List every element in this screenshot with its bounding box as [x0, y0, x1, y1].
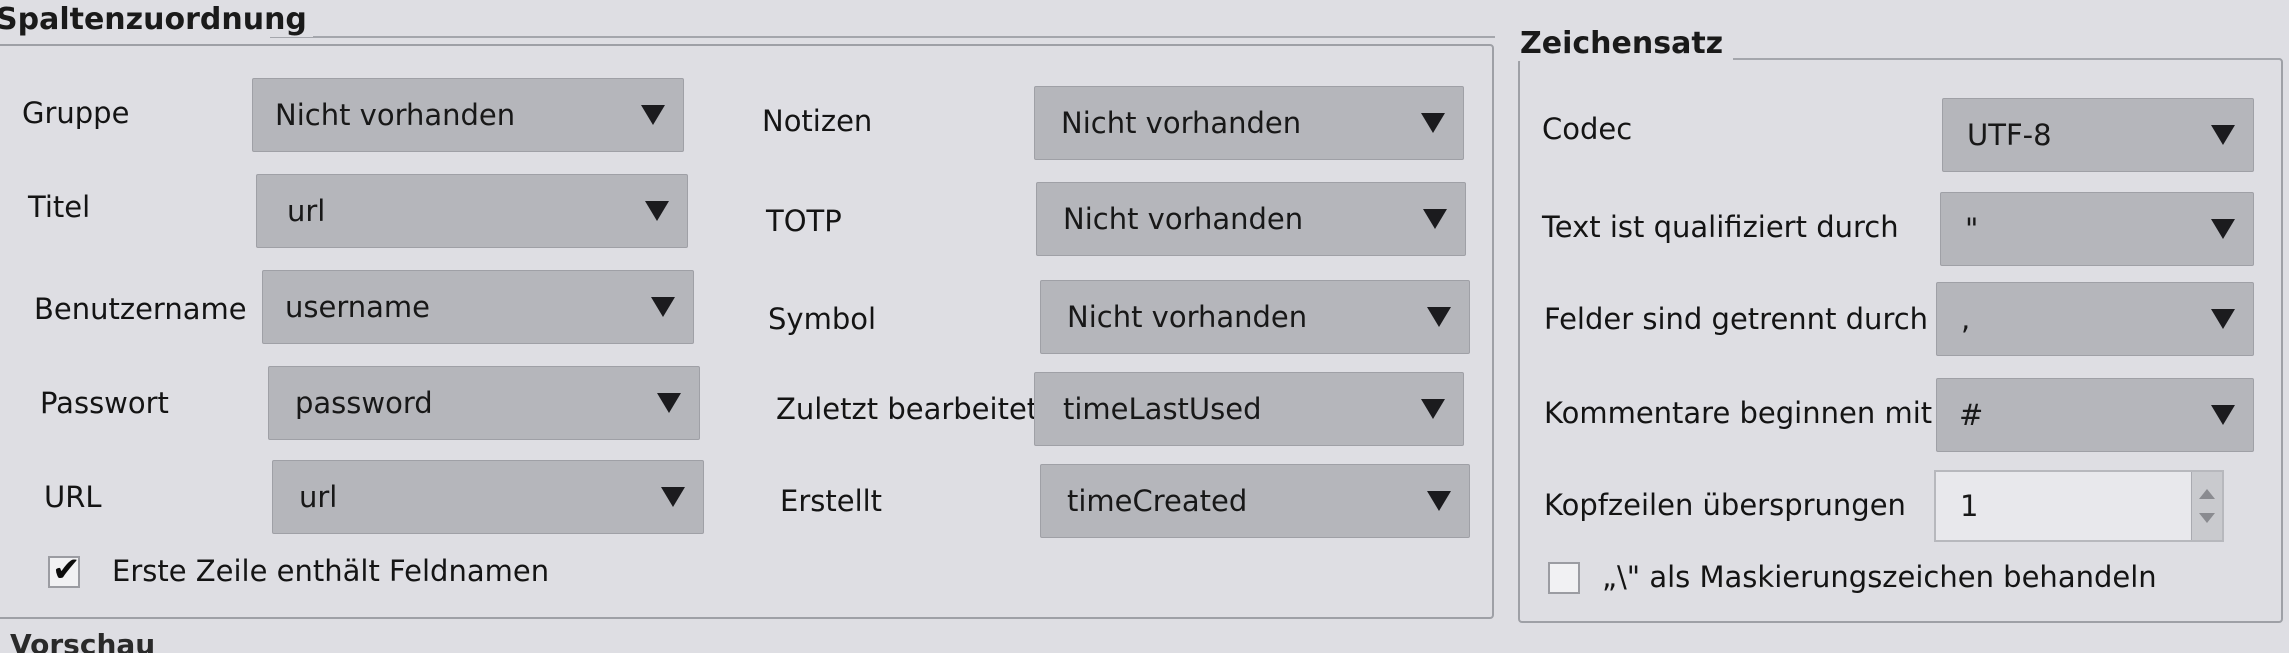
symbol-select-value: Nicht vorhanden	[1067, 300, 1308, 334]
symbol-select[interactable]: Nicht vorhanden	[1040, 280, 1470, 354]
label-notizen: Notizen	[762, 104, 873, 138]
passwort-select[interactable]: password	[268, 366, 700, 440]
header-skip-value: 1	[1960, 489, 1979, 523]
gruppe-select-value: Nicht vorhanden	[275, 98, 516, 132]
label-totp: TOTP	[766, 204, 842, 238]
comment-prefix-select[interactable]: #	[1936, 378, 2254, 452]
comment-prefix-select-value: #	[1959, 398, 1984, 432]
chevron-down-icon	[2211, 405, 2235, 425]
benutzername-select[interactable]: username	[262, 270, 694, 344]
escape-checkbox[interactable]	[1548, 562, 1580, 594]
titel-select[interactable]: url	[256, 174, 688, 248]
chevron-down-icon	[2211, 219, 2235, 239]
label-codec: Codec	[1542, 112, 1633, 146]
spin-buttons[interactable]	[2191, 472, 2222, 540]
chevron-down-icon[interactable]	[2199, 513, 2215, 523]
charset-title: Zeichensatz	[1518, 26, 1734, 61]
label-erstellt: Erstellt	[780, 484, 883, 518]
passwort-select-value: password	[295, 386, 433, 420]
codec-select-value: UTF-8	[1967, 118, 2052, 152]
chevron-down-icon	[1421, 399, 1445, 419]
url-select-value: url	[299, 480, 338, 514]
zuletzt-bearbeitet-select[interactable]: timeLastUsed	[1034, 372, 1464, 446]
chevron-down-icon	[1423, 209, 1447, 229]
gruppe-select[interactable]: Nicht vorhanden	[252, 78, 684, 152]
column-mapping-title-rule	[270, 36, 1495, 38]
chevron-up-icon[interactable]	[2199, 489, 2215, 499]
header-skip-spinbox[interactable]: 1	[1934, 470, 2224, 542]
chevron-down-icon	[645, 201, 669, 221]
benutzername-select-value: username	[285, 290, 430, 324]
label-passwort: Passwort	[40, 386, 169, 420]
chevron-down-icon	[1427, 491, 1451, 511]
chevron-down-icon	[2211, 125, 2235, 145]
url-select[interactable]: url	[272, 460, 704, 534]
checkmark-icon: ✔	[52, 550, 81, 590]
notizen-select[interactable]: Nicht vorhanden	[1034, 86, 1464, 160]
preview-section-title: Vorschau	[10, 628, 156, 653]
first-row-fieldnames-checkbox[interactable]: ✔	[48, 550, 81, 590]
text-qualifier-select-value: "	[1965, 212, 1979, 246]
chevron-down-icon	[1427, 307, 1451, 327]
chevron-down-icon	[651, 297, 675, 317]
field-separator-select-value: ,	[1961, 302, 1971, 336]
label-titel: Titel	[28, 190, 91, 224]
escape-checkbox-label: „\" als Maskierungszeichen behandeln	[1602, 560, 2157, 594]
label-field-separator: Felder sind getrennt durch	[1544, 302, 1929, 336]
zuletzt-bearbeitet-select-value: timeLastUsed	[1063, 392, 1262, 426]
label-gruppe: Gruppe	[22, 96, 130, 130]
totp-select[interactable]: Nicht vorhanden	[1036, 182, 1466, 256]
totp-select-value: Nicht vorhanden	[1063, 202, 1304, 236]
charset-title-rule	[1700, 58, 2280, 60]
column-mapping-title: Spaltenzuordnung	[0, 2, 313, 37]
notizen-select-value: Nicht vorhanden	[1061, 106, 1302, 140]
chevron-down-icon	[661, 487, 685, 507]
chevron-down-icon	[2211, 309, 2235, 329]
codec-select[interactable]: UTF-8	[1942, 98, 2254, 172]
label-comment-prefix: Kommentare beginnen mit	[1544, 396, 1933, 430]
erstellt-select-value: timeCreated	[1067, 484, 1248, 518]
chevron-down-icon	[1421, 113, 1445, 133]
text-qualifier-select[interactable]: "	[1940, 192, 2254, 266]
first-row-fieldnames-label: Erste Zeile enthält Feldnamen	[112, 554, 550, 588]
erstellt-select[interactable]: timeCreated	[1040, 464, 1470, 538]
field-separator-select[interactable]: ,	[1936, 282, 2254, 356]
chevron-down-icon	[641, 105, 665, 125]
label-benutzername: Benutzername	[34, 292, 247, 326]
csv-import-settings: Spaltenzuordnung Gruppe Titel Benutzerna…	[0, 0, 2289, 653]
label-url: URL	[44, 480, 102, 514]
label-text-qualifier: Text ist qualifiziert durch	[1542, 210, 1899, 244]
label-zuletzt-bearbeitet: Zuletzt bearbeitet	[776, 392, 1039, 426]
label-symbol: Symbol	[768, 302, 877, 336]
label-header-skip: Kopfzeilen übersprungen	[1544, 488, 1906, 522]
chevron-down-icon	[657, 393, 681, 413]
titel-select-value: url	[287, 194, 326, 228]
